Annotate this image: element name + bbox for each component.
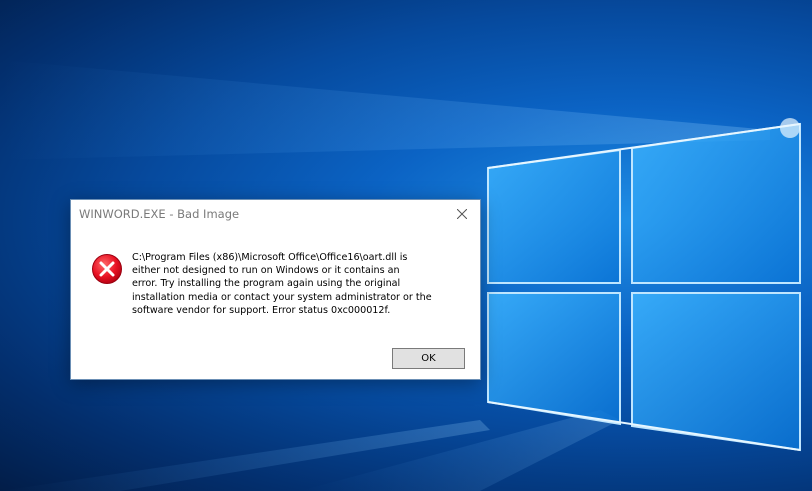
error-icon: [92, 254, 122, 284]
ok-button[interactable]: OK: [392, 348, 465, 369]
close-button[interactable]: [448, 202, 476, 226]
desktop: WINWORD.EXE - Bad Image C:\Program Files…: [0, 0, 812, 491]
dialog-title: WINWORD.EXE - Bad Image: [79, 207, 240, 221]
close-icon: [457, 209, 467, 219]
dialog-titlebar[interactable]: WINWORD.EXE - Bad Image: [71, 200, 480, 228]
error-dialog: WINWORD.EXE - Bad Image C:\Program Files…: [70, 199, 481, 380]
dialog-footer: OK: [71, 340, 480, 379]
error-message: C:\Program Files (x86)\Microsoft Office\…: [132, 252, 432, 316]
